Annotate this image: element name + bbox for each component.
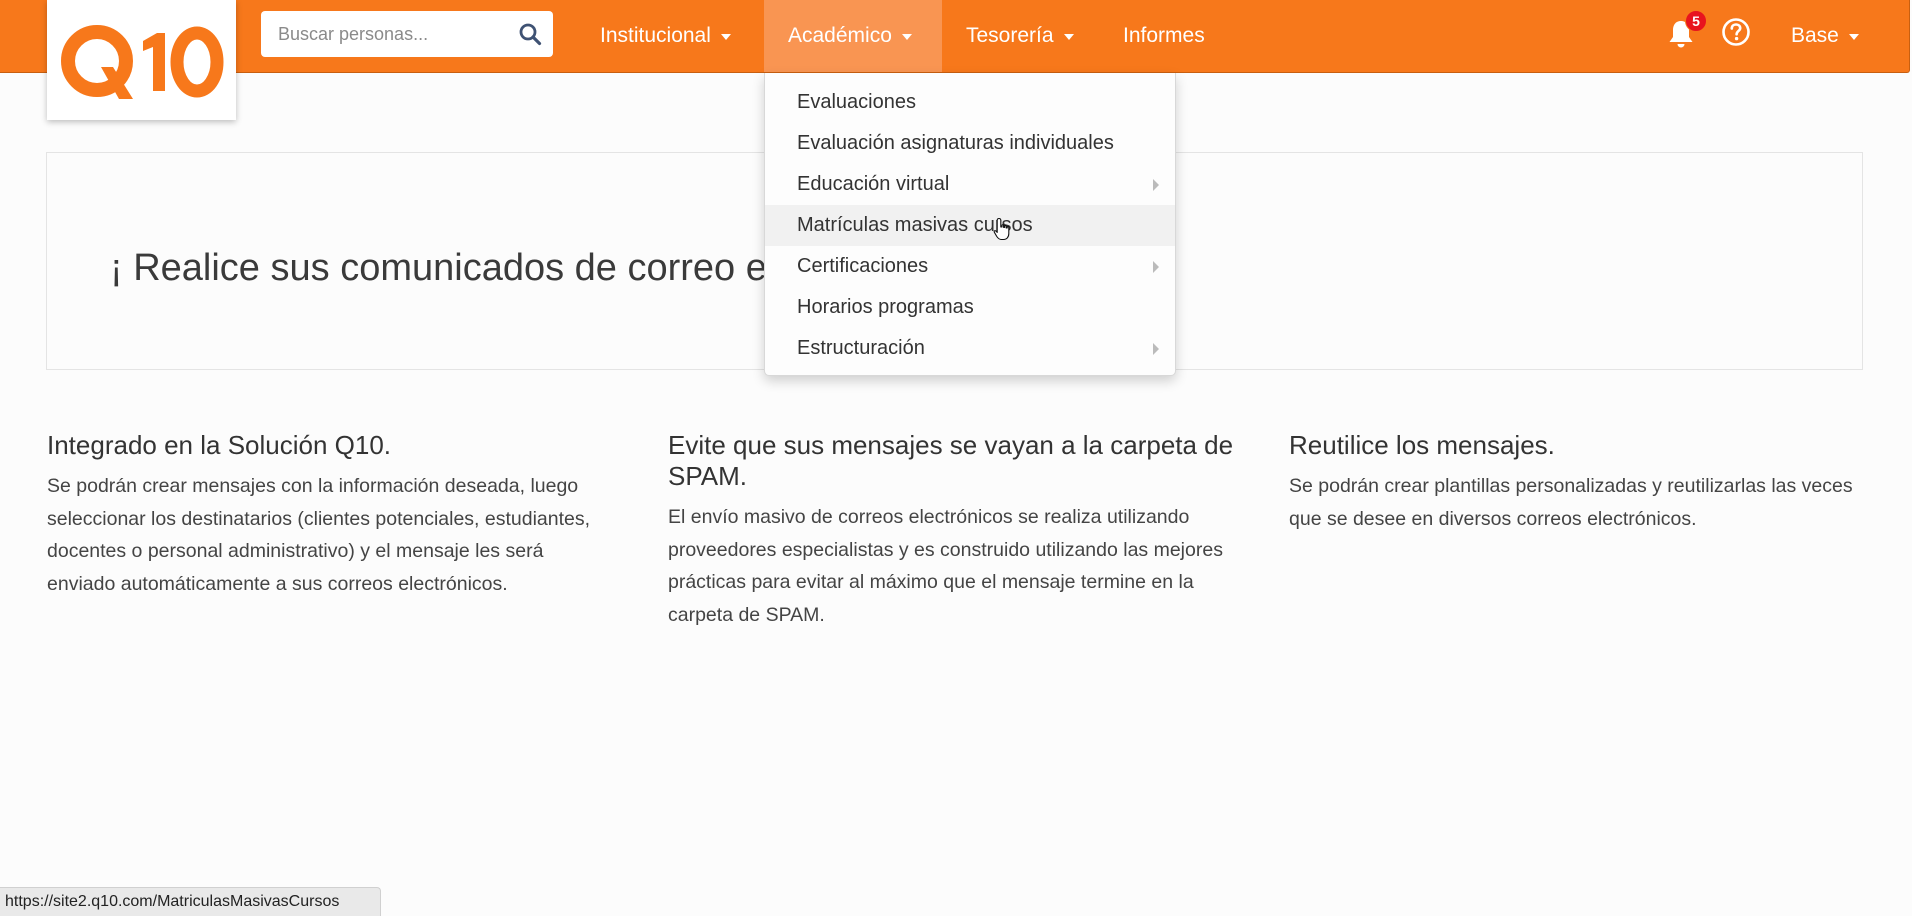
nav-tesoreria-label: Tesorería bbox=[966, 24, 1054, 47]
hero-heading: ¡ Realice sus comunicados de correo ele bbox=[110, 247, 797, 289]
menu-item-certificaciones[interactable]: Certificaciones bbox=[765, 246, 1175, 287]
nav-academico[interactable]: Académico bbox=[764, 0, 942, 72]
notifications-button[interactable]: 5 bbox=[1664, 10, 1707, 54]
menu-item-horarios-programas[interactable]: Horarios programas bbox=[765, 287, 1175, 328]
feature-title: Reutilice los mensajes. bbox=[1289, 430, 1555, 460]
chevron-down-icon bbox=[1063, 34, 1074, 40]
menu-item-evaluaciones[interactable]: Evaluaciones bbox=[765, 82, 1175, 123]
notification-count-badge: 5 bbox=[1685, 10, 1707, 32]
menu-item-estructuracion[interactable]: Estructuración bbox=[765, 328, 1175, 369]
browser-status-bar: https://site2.q10.com/MatriculasMasivasC… bbox=[0, 887, 381, 916]
chevron-right-icon bbox=[1153, 179, 1159, 191]
feature-body: El envío masivo de correos electrónicos … bbox=[668, 506, 1223, 626]
q10-logo-icon bbox=[60, 25, 223, 99]
question-circle-icon[interactable] bbox=[1721, 17, 1751, 47]
menu-item-label: Horarios programas bbox=[797, 296, 974, 318]
nav-informes[interactable]: Informes bbox=[1099, 0, 1229, 72]
academico-dropdown-menu: Evaluaciones Evaluación asignaturas indi… bbox=[764, 73, 1176, 376]
menu-item-label: Certificaciones bbox=[797, 255, 929, 277]
menu-item-matriculas-masivas[interactable]: Matrículas masivas cursos bbox=[765, 205, 1175, 246]
nav-academico-label: Académico bbox=[788, 24, 892, 47]
feature-integrado: Integrado en la Solución Q10. Se podrán … bbox=[47, 430, 617, 600]
nav-institucional-label: Institucional bbox=[600, 24, 711, 47]
feature-spam: Evite que sus mensajes se vayan a la car… bbox=[668, 430, 1240, 631]
search-icon[interactable] bbox=[518, 22, 542, 46]
menu-item-evaluacion-asignaturas[interactable]: Evaluación asignaturas individuales bbox=[765, 123, 1175, 164]
feature-title: Evite que sus mensajes se vayan a la car… bbox=[668, 430, 1234, 491]
status-url: https://site2.q10.com/MatriculasMasivasC… bbox=[5, 893, 340, 910]
feature-body: Se podrán crear plantillas personalizada… bbox=[1289, 475, 1853, 530]
chevron-right-icon bbox=[1153, 261, 1159, 273]
feature-title: Integrado en la Solución Q10. bbox=[47, 430, 392, 460]
search-box[interactable] bbox=[261, 11, 553, 57]
nav-tesoreria[interactable]: Tesorería bbox=[942, 0, 1098, 72]
feature-body: Se podrán crear mensajes con la informac… bbox=[47, 475, 591, 595]
search-input[interactable] bbox=[261, 11, 511, 57]
menu-item-label: Evaluaciones bbox=[797, 91, 916, 113]
menu-item-educacion-virtual[interactable]: Educación virtual bbox=[765, 164, 1175, 205]
chevron-down-icon bbox=[1848, 34, 1859, 40]
feature-reutilice: Reutilice los mensajes. Se podrán crear … bbox=[1289, 430, 1869, 535]
menu-item-label: Evaluación asignaturas individuales bbox=[797, 132, 1114, 154]
menu-item-label: Educación virtual bbox=[797, 173, 950, 195]
user-menu-label: Base bbox=[1791, 24, 1839, 47]
nav-informes-label: Informes bbox=[1123, 24, 1205, 47]
chevron-right-icon bbox=[1153, 343, 1159, 355]
nav-institucional[interactable]: Institucional bbox=[576, 0, 755, 72]
chevron-down-icon bbox=[720, 34, 731, 40]
user-menu[interactable]: Base bbox=[1791, 0, 1859, 72]
hand-pointer-cursor-icon bbox=[993, 217, 1010, 241]
chevron-down-icon bbox=[901, 34, 912, 40]
q10-logo[interactable] bbox=[47, 0, 236, 120]
menu-item-label: Estructuración bbox=[797, 337, 925, 359]
